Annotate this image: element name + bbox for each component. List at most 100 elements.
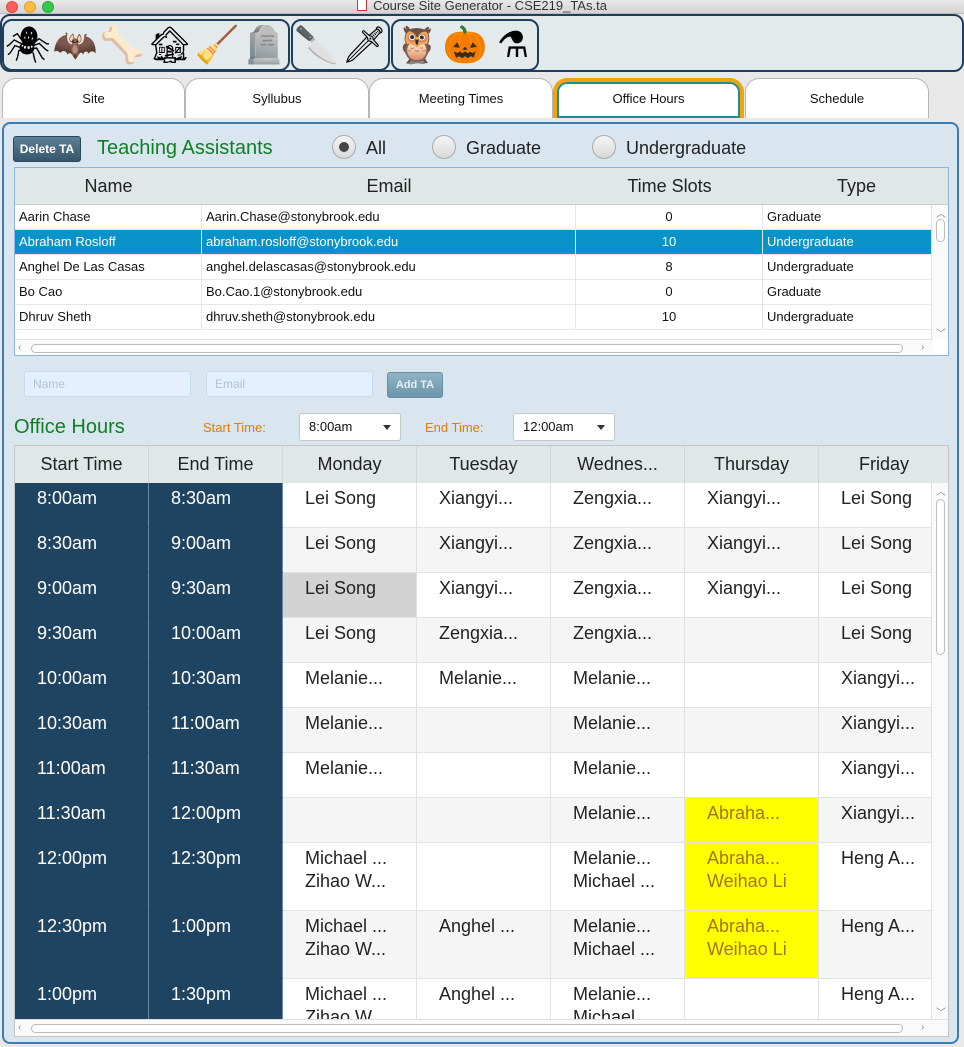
office-hours-cell[interactable]: Lei Song <box>283 483 417 528</box>
office-hours-vertical-scrollbar[interactable]: ︿ ﹀ <box>931 483 948 1019</box>
table-row[interactable]: Aarin Chase Aarin.Chase@stonybrook.edu 0 Gr… <box>15 205 933 230</box>
office-hours-cell[interactable]: Abraha... Weihao Li <box>685 911 819 979</box>
office-hours-cell[interactable]: Melanie... Michael ... <box>551 843 685 911</box>
office-hours-cell[interactable]: Lei Song <box>819 483 933 528</box>
office-hours-cell[interactable]: Xiangyi... <box>819 798 933 843</box>
office-hours-cell[interactable]: Melanie... <box>283 753 417 798</box>
office-hours-cell[interactable]: Zengxia... <box>551 483 685 528</box>
office-hours-cell[interactable]: Abraha... <box>685 798 819 843</box>
ta-table-vertical-scrollbar[interactable]: ︿ ﹀ <box>931 205 948 340</box>
column-header-email[interactable]: Email <box>202 168 576 205</box>
office-hours-cell[interactable]: Xiangyi... <box>685 573 819 618</box>
office-hours-cell[interactable]: Lei Song <box>283 573 417 618</box>
office-hours-cell[interactable]: Melanie... <box>551 753 685 798</box>
office-hours-cell[interactable]: Anghel ... <box>417 911 551 979</box>
table-row[interactable]: Dhruv Sheth dhruv.sheth@stonybrook.edu 10 U… <box>15 305 933 330</box>
office-hours-cell[interactable]: Xiangyi... <box>819 753 933 798</box>
office-hours-cell[interactable] <box>685 708 819 753</box>
oh-column-header[interactable]: Wednes... <box>551 446 685 483</box>
tab-office-hours[interactable]: Office Hours <box>553 78 744 118</box>
tab-schedule[interactable]: Schedule <box>745 78 929 118</box>
office-hours-cell[interactable] <box>283 798 417 843</box>
oh-column-header[interactable]: End Time <box>149 446 283 483</box>
office-hours-cell[interactable]: Melanie... <box>283 708 417 753</box>
office-hours-cell[interactable]: Lei Song <box>819 528 933 573</box>
office-hours-horizontal-thumb[interactable] <box>31 1024 903 1033</box>
office-hours-cell[interactable]: Xiangyi... <box>417 483 551 528</box>
office-hours-cell[interactable]: Heng A... <box>819 979 933 1019</box>
column-header-name[interactable]: Name <box>15 168 202 205</box>
office-hours-cell[interactable]: Melanie... <box>417 663 551 708</box>
end-time-select[interactable]: 12:00am <box>513 413 615 441</box>
scroll-down-arrow-icon[interactable]: ﹀ <box>936 1004 946 1019</box>
office-hours-cell[interactable]: Melanie... Michael ... <box>551 911 685 979</box>
office-hours-cell[interactable]: Abraha... Weihao Li <box>685 843 819 911</box>
office-hours-cell[interactable]: Zengxia... <box>551 573 685 618</box>
oh-column-header[interactable]: Thursday <box>685 446 819 483</box>
cauldron-icon[interactable]: ⚗ <box>489 21 537 69</box>
start-time-select[interactable]: 8:00am <box>299 413 401 441</box>
office-hours-cell[interactable] <box>417 753 551 798</box>
scroll-left-arrow-icon[interactable]: ‹ <box>18 342 21 353</box>
radio-all[interactable] <box>332 135 356 159</box>
radio-graduate[interactable] <box>432 135 456 159</box>
oh-column-header[interactable]: Start Time <box>15 446 149 483</box>
bat-icon[interactable]: 🦇 <box>51 21 98 69</box>
ta-table-vertical-thumb[interactable] <box>936 219 945 242</box>
office-hours-cell[interactable] <box>417 798 551 843</box>
office-hours-cell[interactable] <box>685 618 819 663</box>
office-hours-cell[interactable]: Lei Song <box>819 573 933 618</box>
spider-icon[interactable]: 🕷 <box>4 21 51 69</box>
scroll-right-arrow-icon[interactable]: › <box>921 1022 924 1033</box>
column-header-time-slots[interactable]: Time Slots <box>576 168 763 205</box>
cleaver-icon[interactable]: 🔪 <box>293 21 341 69</box>
radio-undergraduate[interactable] <box>592 135 616 159</box>
delete-ta-button[interactable]: Delete TA <box>13 136 81 162</box>
office-hours-cell[interactable]: Lei Song <box>283 528 417 573</box>
tombstone-icon[interactable]: 🪦 <box>241 21 288 69</box>
scroll-right-arrow-icon[interactable]: › <box>921 342 924 353</box>
scroll-up-arrow-icon[interactable]: ︿ <box>936 483 946 498</box>
bloody-knife-icon[interactable]: 🗡 <box>341 21 389 69</box>
office-hours-cell[interactable]: Zengxia... <box>551 618 685 663</box>
ta-table-horizontal-thumb[interactable] <box>31 344 903 353</box>
tab-syllubus[interactable]: Syllubus <box>185 78 369 118</box>
office-hours-cell[interactable]: Heng A... <box>819 843 933 911</box>
office-hours-cell[interactable]: Xiangyi... <box>685 483 819 528</box>
oh-column-header[interactable]: Friday <box>819 446 948 483</box>
office-hours-cell[interactable] <box>685 663 819 708</box>
scroll-left-arrow-icon[interactable]: ‹ <box>18 1022 21 1033</box>
office-hours-cell[interactable]: Xiangyi... <box>417 573 551 618</box>
crossbones-icon[interactable]: 🦴 <box>99 21 146 69</box>
oh-column-header[interactable]: Tuesday <box>417 446 551 483</box>
office-hours-cell[interactable]: Michael ... Zihao W... <box>283 979 417 1019</box>
office-hours-cell[interactable]: Michael ... Zihao W... <box>283 911 417 979</box>
office-hours-horizontal-scrollbar[interactable]: ‹ › <box>15 1019 948 1036</box>
office-hours-cell[interactable]: Zengxia... <box>551 528 685 573</box>
table-row[interactable]: Abraham Rosloff abraham.rosloff@stonybroo… <box>15 230 933 255</box>
table-row[interactable]: Bo Cao Bo.Cao.1@stonybrook.edu 0 Graduate <box>15 280 933 305</box>
office-hours-cell[interactable]: Zengxia... <box>417 618 551 663</box>
witch-broom-icon[interactable]: 🧹 <box>193 21 240 69</box>
office-hours-cell[interactable]: Melanie... <box>551 798 685 843</box>
owl-icon[interactable]: 🦉 <box>393 21 441 69</box>
column-header-type[interactable]: Type <box>763 168 948 205</box>
office-hours-cell[interactable] <box>685 979 819 1019</box>
office-hours-cell[interactable]: Xiangyi... <box>819 708 933 753</box>
office-hours-cell[interactable]: Melanie... <box>283 663 417 708</box>
office-hours-cell[interactable]: Xiangyi... <box>685 528 819 573</box>
office-hours-cell[interactable] <box>417 843 551 911</box>
office-hours-cell[interactable]: Heng A... <box>819 911 933 979</box>
ta-email-field[interactable]: Email <box>206 371 373 397</box>
office-hours-cell[interactable] <box>417 708 551 753</box>
scroll-down-arrow-icon[interactable]: ﹀ <box>936 325 946 340</box>
haunted-house-icon[interactable]: 🏚 <box>146 21 193 69</box>
tab-site[interactable]: Site <box>2 78 185 118</box>
office-hours-cell[interactable]: Xiangyi... <box>819 663 933 708</box>
table-row[interactable]: Anghel De Las Casas anghel.delascasas@sto… <box>15 255 933 280</box>
ta-name-field[interactable]: Name <box>24 371 191 397</box>
office-hours-cell[interactable] <box>685 753 819 798</box>
office-hours-cell[interactable]: Melanie... Michael ... <box>551 979 685 1019</box>
office-hours-cell[interactable]: Xiangyi... <box>417 528 551 573</box>
oh-column-header[interactable]: Monday <box>283 446 417 483</box>
